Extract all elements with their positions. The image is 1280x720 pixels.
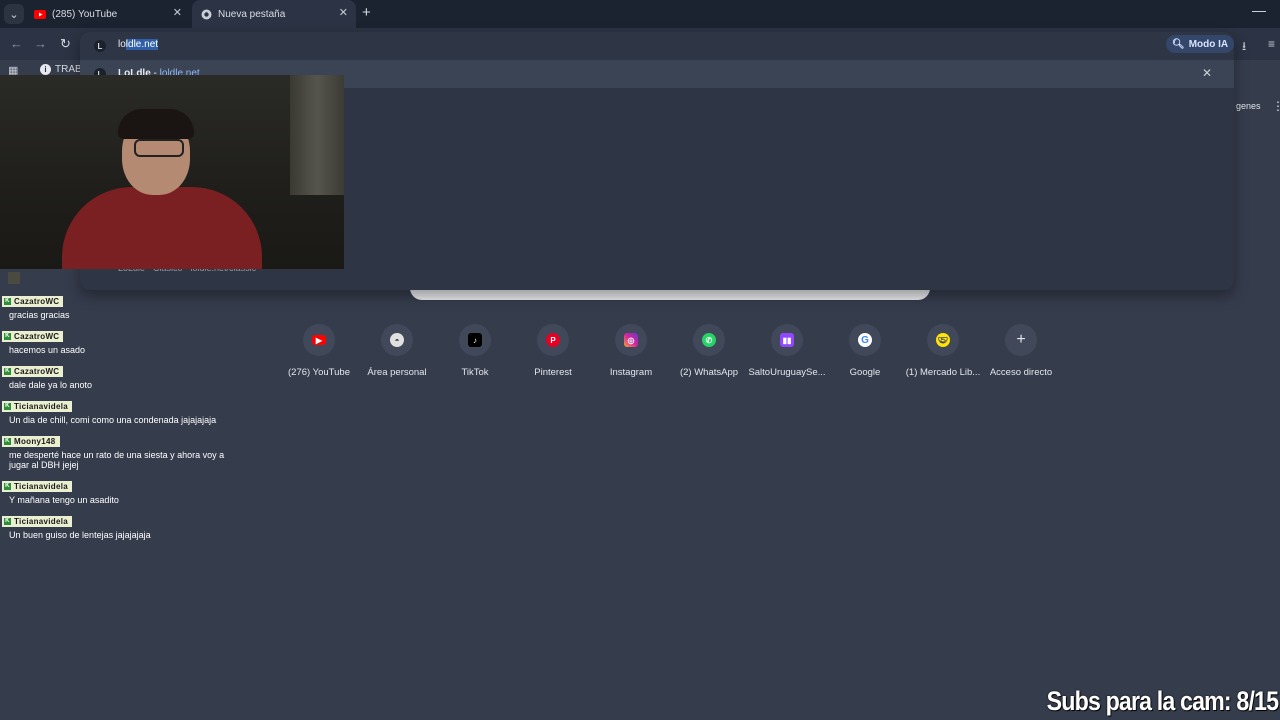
plus-icon: + (1016, 331, 1026, 348)
tab-new[interactable]: Nueva pestaña ✕ (192, 0, 356, 28)
chat-message: K Moony148 me desperté hace un rato de una… (2, 429, 232, 470)
instagram-icon: ◎ (624, 333, 638, 347)
twitch-icon: ▮▮ (780, 333, 794, 347)
shortcut-whatsapp[interactable]: ✆ (2) WhatsApp (670, 324, 748, 378)
chat-message: K Ticianavidela Un buen guiso de lentejas … (2, 509, 232, 540)
shortcut-tiktok[interactable]: ♪ TikTok (436, 324, 514, 378)
tab-strip: ⌄ (285) YouTube ✕ Nueva pestaña ✕ + — (0, 0, 1280, 28)
whatsapp-icon: ✆ (702, 333, 716, 347)
close-icon[interactable]: ✕ (173, 6, 182, 19)
reload-icon[interactable]: ↻ (60, 36, 71, 52)
mercadolibre-icon: 🤝︎ (936, 333, 950, 347)
shortcut-mercadolibre[interactable]: 🤝︎ (1) Mercado Lib... (904, 324, 982, 378)
shortcut-google[interactable]: G Google (826, 324, 904, 378)
forward-icon[interactable]: → (34, 36, 47, 51)
shortcut-add[interactable]: + Acceso directo (982, 324, 1060, 378)
webcam-person-hair (118, 109, 194, 139)
close-icon[interactable]: ✕ (339, 6, 348, 19)
google-icon: G (858, 333, 872, 347)
webcam-overlay (0, 75, 344, 269)
webcam-background-door (290, 75, 344, 195)
images-link[interactable]: genes (1236, 101, 1261, 111)
chat-badge-icon: K (4, 367, 11, 375)
shortcut-twitch[interactable]: ▮▮ SaltoUruguaySe... (748, 324, 826, 378)
pinterest-icon: P (546, 333, 560, 347)
subs-counter-overlay: Subs para la cam: 8/15 (1046, 686, 1279, 716)
chat-badge-icon: K (4, 332, 11, 340)
chat-message: K CazatroWC dale dale ya lo anoto (2, 359, 232, 390)
webcam-person-glasses (134, 139, 184, 157)
address-bar[interactable]: L loldle.net (80, 34, 1234, 58)
search-sparkle-icon: 🔍︎ (1172, 38, 1185, 50)
chat-badge-icon: K (4, 402, 11, 410)
info-icon: i (40, 64, 51, 75)
shortcut-pinterest[interactable]: P Pinterest (514, 324, 592, 378)
menu-icon[interactable]: ≡ (1268, 37, 1275, 51)
back-icon[interactable]: ← (10, 36, 23, 51)
chat-message: K Ticianavidela Un dia de chill, comi como… (2, 394, 232, 425)
mode-ai-button[interactable]: 🔍︎ Modo IA (1166, 35, 1235, 53)
shortcut-instagram[interactable]: ◎ Instagram (592, 324, 670, 378)
chat-message: K CazatroWC hacemos un asado (2, 324, 232, 355)
chat-badge-icon: K (4, 517, 11, 525)
moodle-icon: ◓ (390, 333, 404, 347)
minimize-button[interactable]: — (1252, 2, 1266, 18)
chrome-icon (200, 8, 212, 20)
address-input[interactable]: loldle.net (118, 39, 159, 50)
chat-badge-icon: K (4, 297, 11, 305)
youtube-icon (34, 8, 46, 20)
tab-label: Nueva pestaña (218, 8, 286, 20)
shortcut-youtube[interactable]: ▶ (276) YouTube (280, 324, 358, 378)
chat-message: K Ticianavidela Y mañana tengo un asadito (2, 474, 232, 505)
chat-message: K CazatroWC gracias gracias (2, 289, 232, 320)
tiktok-icon: ♪ (468, 333, 482, 347)
webcam-person-shirt (62, 187, 262, 269)
more-vert-icon[interactable]: ⋮ (1272, 99, 1280, 113)
chat-badge-icon: K (4, 482, 11, 490)
shortcut-area-personal[interactable]: ◓ Área personal (358, 324, 436, 378)
tab-youtube[interactable]: (285) YouTube ✕ (26, 0, 190, 28)
new-tab-button[interactable]: + (362, 4, 371, 21)
tab-search-button[interactable]: ⌄ (4, 4, 24, 24)
tab-label: (285) YouTube (52, 8, 118, 20)
youtube-icon: ▶ (312, 335, 326, 345)
chat-avatar (8, 272, 20, 284)
site-icon: L (94, 40, 106, 52)
remove-suggestion-icon[interactable]: ✕ (1202, 66, 1212, 80)
chat-badge-icon: K (4, 437, 11, 445)
stream-chat: K CazatroWC gracias gracias K CazatroWC hace… (2, 272, 232, 544)
download-icon[interactable]: ⭳ (1242, 37, 1246, 58)
